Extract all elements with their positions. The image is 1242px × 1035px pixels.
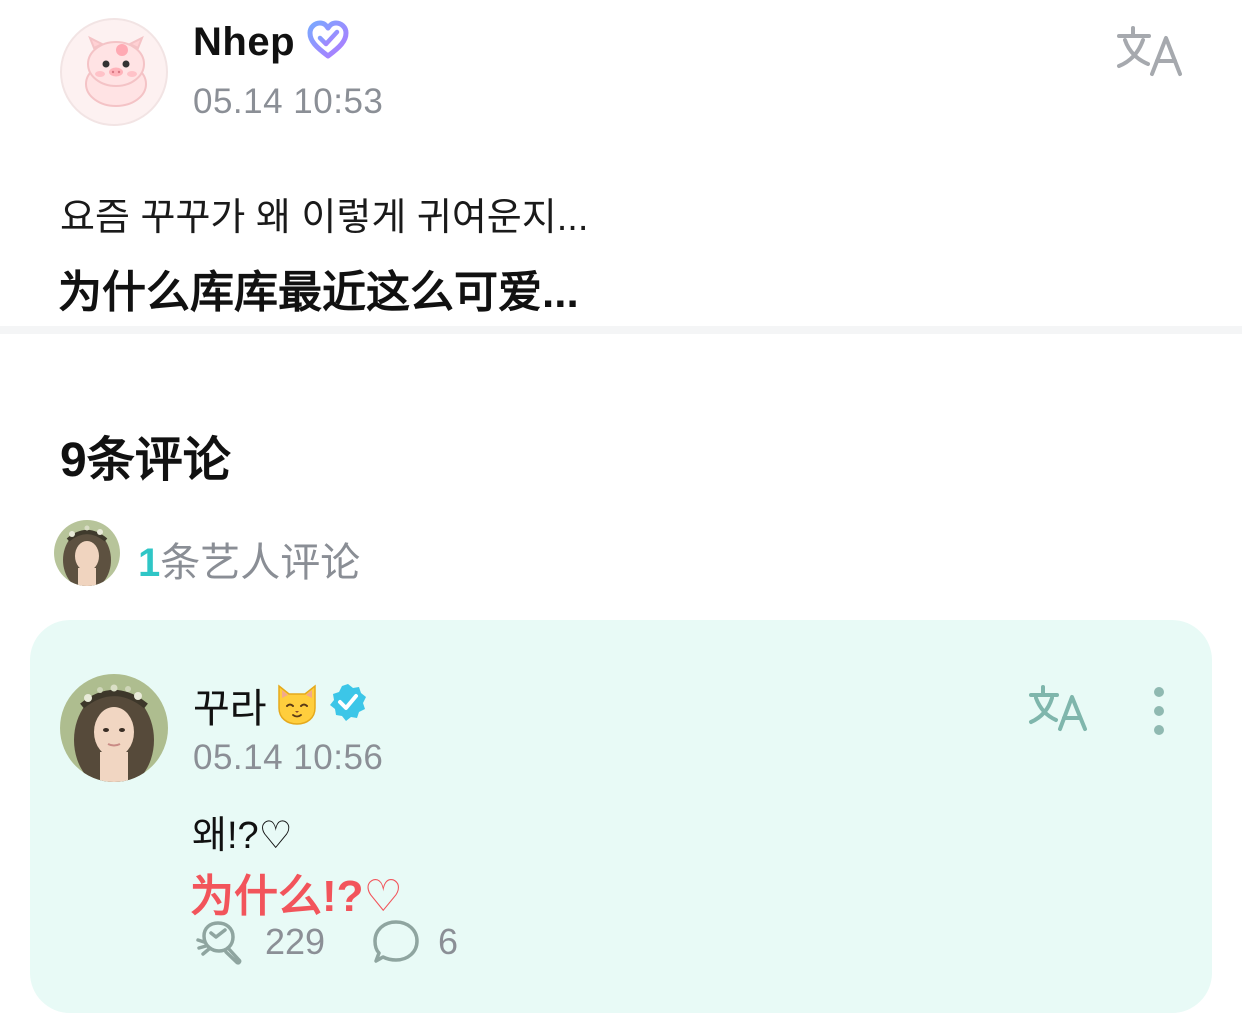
reply-button[interactable]: 6 xyxy=(372,918,482,966)
verified-heart-icon xyxy=(307,20,349,59)
reply-bubble-icon xyxy=(373,920,419,963)
author-name[interactable]: Nhep xyxy=(193,20,295,65)
artist-comments-filter[interactable]: 1条艺人评论 xyxy=(54,520,414,588)
comments-count-heading: 9条评论 xyxy=(60,434,231,487)
artist-mini-avatar xyxy=(54,520,120,586)
comment-text-korean: 왜!?♡ xyxy=(192,815,293,857)
translate-icon[interactable] xyxy=(1028,684,1090,734)
comment-timestamp: 05.14 10:56 xyxy=(193,738,384,777)
reply-count: 6 xyxy=(438,921,459,962)
like-count: 229 xyxy=(265,921,326,962)
commenter-avatar[interactable] xyxy=(60,674,168,782)
artist-photo xyxy=(60,674,168,782)
post-timestamp: 05.14 10:53 xyxy=(193,82,384,121)
post-text-korean: 요즘 꾸꾸가 왜 이렇게 귀여운지... xyxy=(60,197,589,239)
artist-comment-card: 꾸라 05.14 10:56 왜!?♡ 为什么!?♡ 229 6 xyxy=(30,620,1212,1013)
pig-character-avatar xyxy=(85,35,147,107)
post-text-chinese: 为什么库库最近这么可爱... xyxy=(58,268,579,317)
like-icon xyxy=(196,921,242,965)
artist-comments-number: 1 xyxy=(138,541,161,585)
like-button[interactable]: 229 xyxy=(195,918,345,966)
commenter-name[interactable]: 꾸라 xyxy=(193,676,267,734)
verified-badge-icon xyxy=(330,684,366,721)
translate-icon[interactable] xyxy=(1116,24,1186,80)
cat-face-icon xyxy=(278,684,316,725)
more-vertical-icon[interactable] xyxy=(1142,686,1176,736)
section-divider xyxy=(0,326,1242,334)
author-avatar[interactable] xyxy=(60,18,168,126)
artist-comments-text: 条艺人评论 xyxy=(160,541,361,585)
comment-text-chinese: 为什么!?♡ xyxy=(190,872,403,921)
artist-comments-label: 1条艺人评论 xyxy=(138,530,360,588)
artist-photo-thumbnail xyxy=(54,520,120,586)
